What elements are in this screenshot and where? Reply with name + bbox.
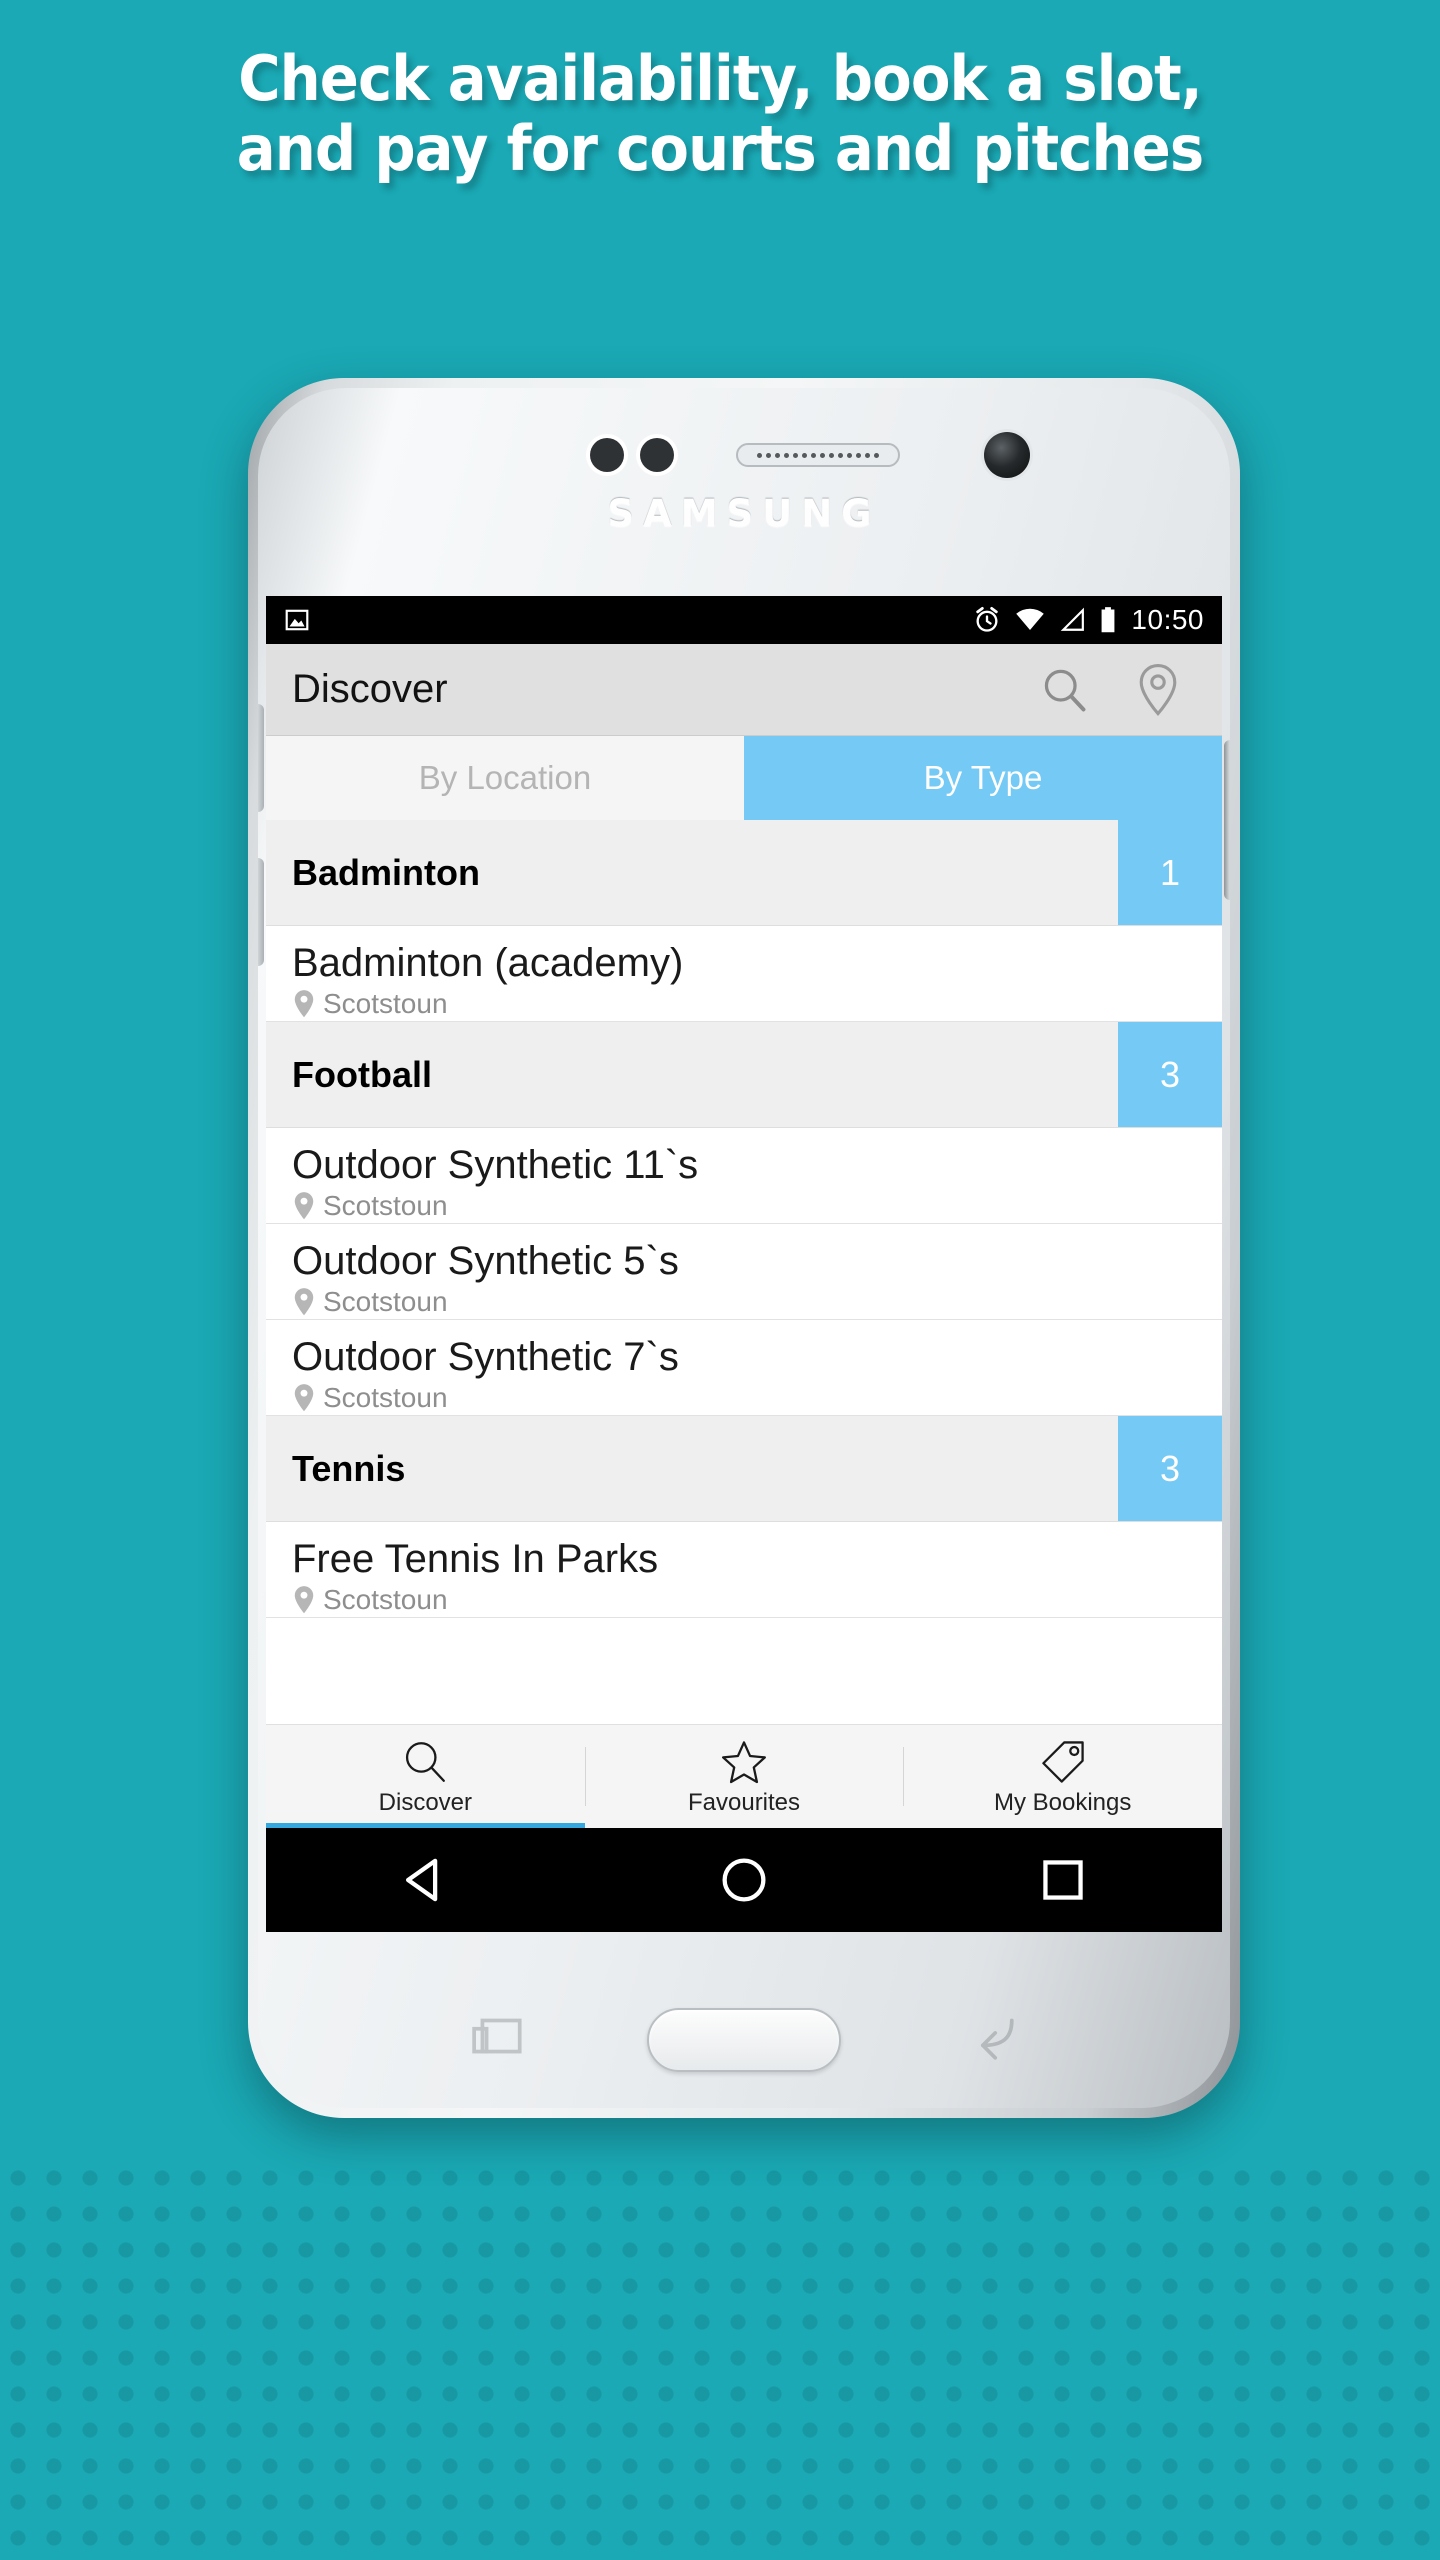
list-item-title: Outdoor Synthetic 5`s <box>292 1239 679 1283</box>
list-item[interactable]: Outdoor Synthetic 11`s Scotstoun <box>266 1128 1222 1224</box>
list-item-title: Outdoor Synthetic 7`s <box>292 1335 679 1379</box>
list-item-location-label: Scotstoun <box>323 988 448 1020</box>
search-icon[interactable] <box>1038 664 1090 716</box>
earpiece-speaker <box>736 443 900 467</box>
device-brand-label: SAMSUNG <box>607 492 881 535</box>
dot-pattern-decoration <box>0 2160 1440 2560</box>
status-bar: 10:50 <box>266 596 1222 644</box>
app-bar-actions <box>1038 661 1196 719</box>
location-pin-icon <box>294 1192 314 1220</box>
device-top-area: SAMSUNG <box>258 388 1230 596</box>
phone-device: SAMSUNG 10:50 Discover By Location By Ty… <box>248 378 1240 2118</box>
tab-by-type-label: By Type <box>923 759 1043 796</box>
search-icon <box>406 1741 446 1782</box>
list-item-location: Scotstoun <box>292 988 1196 1020</box>
location-pin-icon <box>294 1586 314 1614</box>
status-bar-icons: 10:50 <box>973 604 1204 636</box>
list-item-location: Scotstoun <box>292 1382 1196 1414</box>
list-item-location: Scotstoun <box>292 1286 1196 1318</box>
nav-item-my-bookings-label: My Bookings <box>993 1788 1132 1816</box>
status-bar-notifications <box>284 607 310 633</box>
list-item-title: Badminton (academy) <box>292 941 684 985</box>
phone-screen: 10:50 Discover By Location By Type Badmi… <box>266 596 1222 1828</box>
list-item[interactable]: Outdoor Synthetic 7`s Scotstoun <box>266 1320 1222 1416</box>
section-count-badge: 3 <box>1118 1416 1222 1521</box>
location-pin-icon <box>294 1288 314 1316</box>
headline-line-2: and pay for courts and pitches <box>236 112 1204 185</box>
nav-item-discover-label: Discover <box>378 1788 473 1816</box>
list-item-location-label: Scotstoun <box>323 1286 448 1318</box>
discover-list: Badminton 1 Badminton (academy) Scotstou… <box>266 820 1222 1618</box>
section-count-badge: 1 <box>1118 820 1222 925</box>
phone-body: SAMSUNG 10:50 Discover By Location By Ty… <box>258 388 1230 2108</box>
filter-tabs: By Location By Type <box>266 736 1222 820</box>
list-item-location-label: Scotstoun <box>323 1382 448 1414</box>
light-sensor-icon <box>640 438 674 472</box>
section-title: Badminton <box>292 851 480 893</box>
volume-up-button[interactable] <box>258 704 264 812</box>
battery-icon <box>1102 607 1115 633</box>
nav-item-my-bookings[interactable]: My Bookings <box>903 1725 1222 1828</box>
front-camera-icon <box>984 432 1030 478</box>
section-header[interactable]: Badminton 1 <box>266 820 1222 926</box>
list-item-location-label: Scotstoun <box>323 1190 448 1222</box>
promo-headline: Check availability, book a slot, and pay… <box>50 44 1389 184</box>
back-capacitive-key[interactable] <box>960 2010 1018 2060</box>
section-header[interactable]: Tennis 3 <box>266 1416 1222 1522</box>
list-item-title: Free Tennis In Parks <box>292 1537 659 1581</box>
list-item-location: Scotstoun <box>292 1584 1196 1616</box>
location-pin-icon[interactable] <box>1132 661 1184 719</box>
list-item-title: Outdoor Synthetic 11`s <box>292 1143 699 1187</box>
tab-by-location-label: By Location <box>418 759 592 796</box>
page-title: Discover <box>292 667 448 711</box>
location-pin-icon <box>294 1384 314 1412</box>
alarm-icon <box>976 606 999 632</box>
tab-by-location[interactable]: By Location <box>266 736 744 820</box>
recents-button[interactable] <box>1036 1853 1090 1907</box>
tag-icon <box>1041 1740 1084 1783</box>
headline-line-1: Check availability, book a slot, <box>238 42 1202 115</box>
list-item[interactable]: Outdoor Synthetic 5`s Scotstoun <box>266 1224 1222 1320</box>
section-title: Football <box>292 1053 432 1095</box>
list-item-location-label: Scotstoun <box>323 1584 448 1616</box>
android-navigation-bar <box>266 1828 1222 1932</box>
home-hardware-button[interactable] <box>647 2008 841 2072</box>
tab-by-type[interactable]: By Type <box>744 736 1222 820</box>
star-icon <box>722 1740 766 1783</box>
recents-capacitive-key[interactable] <box>470 2010 528 2060</box>
back-button[interactable] <box>398 1853 452 1907</box>
nav-item-discover[interactable]: Discover <box>266 1725 585 1828</box>
nav-item-favourites-label: Favourites <box>687 1788 801 1816</box>
list-item[interactable]: Badminton (academy) Scotstoun <box>266 926 1222 1022</box>
list-item[interactable]: Free Tennis In Parks Scotstoun <box>266 1522 1222 1618</box>
app-bar: Discover <box>266 644 1222 736</box>
list-item-location: Scotstoun <box>292 1190 1196 1222</box>
image-icon <box>285 609 309 631</box>
proximity-sensor-icon <box>590 438 624 472</box>
nav-item-favourites[interactable]: Favourites <box>584 1725 904 1828</box>
section-count-badge: 3 <box>1118 1022 1222 1127</box>
status-bar-clock: 10:50 <box>1131 604 1204 635</box>
location-pin-icon <box>294 990 314 1018</box>
wifi-icon <box>1016 608 1045 630</box>
home-button[interactable] <box>717 1853 771 1907</box>
bottom-navigation: Discover Favourites My Bookings <box>266 1724 1222 1828</box>
section-header[interactable]: Football 3 <box>266 1022 1222 1128</box>
power-button[interactable] <box>1224 740 1230 900</box>
section-title: Tennis <box>292 1447 406 1489</box>
signal-icon <box>1061 607 1085 631</box>
volume-down-button[interactable] <box>258 858 264 966</box>
